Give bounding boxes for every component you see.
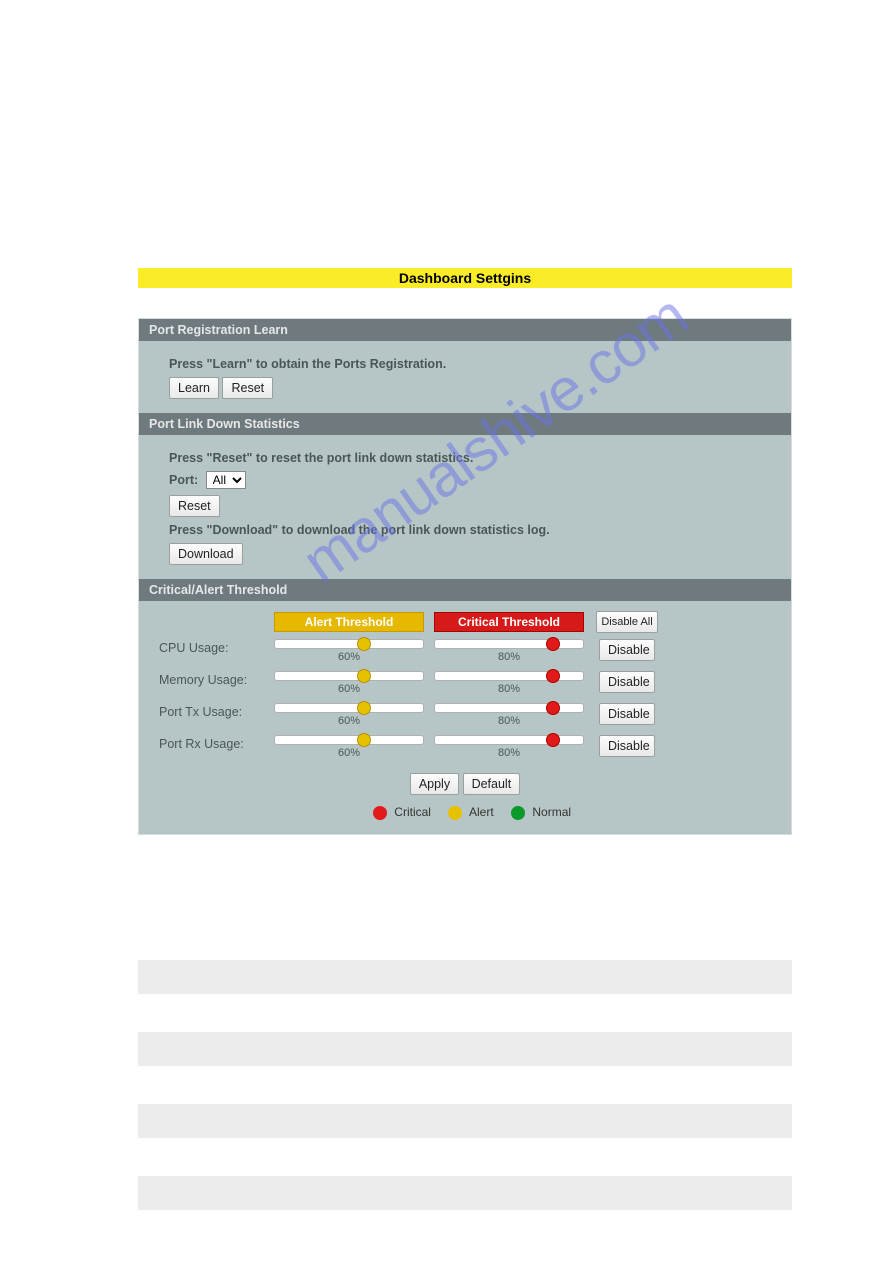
normal-dot-icon <box>511 806 525 820</box>
threshold-row: CPU Usage: 60% 80% Disable <box>159 639 771 663</box>
threshold-row: Port Rx Usage: 60% 80% Disable <box>159 735 771 759</box>
critical-slider-knob[interactable] <box>546 701 560 715</box>
alert-threshold-value: 60% <box>274 683 424 695</box>
port-link-reset-instruction: Press "Reset" to reset the port link dow… <box>169 451 761 465</box>
section-body-threshold: Alert Threshold Critical Threshold Disab… <box>139 601 791 834</box>
port-label: Port: <box>169 473 198 487</box>
disable-threshold-button[interactable]: Disable <box>599 735 655 757</box>
disable-threshold-button[interactable]: Disable <box>599 639 655 661</box>
placeholder-table <box>138 926 792 1212</box>
port-registration-instruction: Press "Learn" to obtain the Ports Regist… <box>169 357 761 371</box>
critical-dot-icon <box>373 806 387 820</box>
download-button[interactable]: Download <box>169 543 243 565</box>
critical-threshold-header: Critical Threshold <box>434 612 584 632</box>
critical-threshold-value: 80% <box>434 747 584 759</box>
default-button[interactable]: Default <box>463 773 521 795</box>
alert-threshold-slider[interactable] <box>274 639 424 649</box>
table-row <box>138 1032 792 1066</box>
critical-threshold-slider[interactable] <box>434 735 584 745</box>
alert-threshold-slider[interactable] <box>274 703 424 713</box>
threshold-row-label: Port Rx Usage: <box>159 735 269 751</box>
port-select[interactable]: All <box>206 471 246 489</box>
disable-threshold-button[interactable]: Disable <box>599 671 655 693</box>
reset-port-registration-button[interactable]: Reset <box>222 377 273 399</box>
critical-threshold-value: 80% <box>434 651 584 663</box>
settings-panel: Port Registration Learn Press "Learn" to… <box>138 318 792 835</box>
table-row <box>138 1104 792 1138</box>
alert-slider-knob[interactable] <box>357 733 371 747</box>
critical-threshold-slider[interactable] <box>434 703 584 713</box>
section-header-port-link-down: Port Link Down Statistics <box>139 413 791 435</box>
threshold-legend: Critical Alert Normal <box>159 805 771 820</box>
alert-threshold-value: 60% <box>274 747 424 759</box>
alert-slider-knob[interactable] <box>357 701 371 715</box>
section-body-port-link-down: Press "Reset" to reset the port link dow… <box>139 435 791 579</box>
alert-threshold-slider[interactable] <box>274 735 424 745</box>
threshold-header-row: Alert Threshold Critical Threshold Disab… <box>159 611 771 633</box>
threshold-row-label: Port Tx Usage: <box>159 703 269 719</box>
critical-threshold-value: 80% <box>434 715 584 727</box>
table-row <box>138 996 792 1030</box>
alert-slider-knob[interactable] <box>357 669 371 683</box>
alert-dot-icon <box>448 806 462 820</box>
table-row <box>138 1176 792 1210</box>
table-row <box>138 1140 792 1174</box>
table-row <box>138 960 792 994</box>
alert-threshold-header: Alert Threshold <box>274 612 424 632</box>
threshold-row: Memory Usage: 60% 80% Disable <box>159 671 771 695</box>
disable-threshold-button[interactable]: Disable <box>599 703 655 725</box>
section-header-port-registration: Port Registration Learn <box>139 319 791 341</box>
critical-slider-knob[interactable] <box>546 733 560 747</box>
alert-slider-knob[interactable] <box>357 637 371 651</box>
threshold-row-label: Memory Usage: <box>159 671 269 687</box>
legend-normal-label: Normal <box>532 805 571 819</box>
section-body-port-registration: Press "Learn" to obtain the Ports Regist… <box>139 341 791 413</box>
section-header-threshold: Critical/Alert Threshold <box>139 579 791 601</box>
table-row <box>138 926 792 960</box>
alert-threshold-value: 60% <box>274 651 424 663</box>
critical-threshold-slider[interactable] <box>434 639 584 649</box>
critical-slider-knob[interactable] <box>546 669 560 683</box>
critical-threshold-slider[interactable] <box>434 671 584 681</box>
alert-threshold-slider[interactable] <box>274 671 424 681</box>
learn-button[interactable]: Learn <box>169 377 219 399</box>
threshold-actions: Apply Default <box>159 773 771 795</box>
threshold-table: Alert Threshold Critical Threshold Disab… <box>159 611 771 759</box>
reset-port-link-button[interactable]: Reset <box>169 495 220 517</box>
page-title: Dashboard Settgins <box>138 268 792 288</box>
alert-threshold-value: 60% <box>274 715 424 727</box>
port-link-download-instruction: Press "Download" to download the port li… <box>169 523 761 537</box>
disable-all-button[interactable]: Disable All <box>596 611 657 633</box>
critical-threshold-value: 80% <box>434 683 584 695</box>
legend-critical-label: Critical <box>394 805 431 819</box>
apply-button[interactable]: Apply <box>410 773 459 795</box>
threshold-row: Port Tx Usage: 60% 80% Disable <box>159 703 771 727</box>
table-row <box>138 1068 792 1102</box>
legend-alert-label: Alert <box>469 805 494 819</box>
critical-slider-knob[interactable] <box>546 637 560 651</box>
threshold-row-label: CPU Usage: <box>159 639 269 655</box>
